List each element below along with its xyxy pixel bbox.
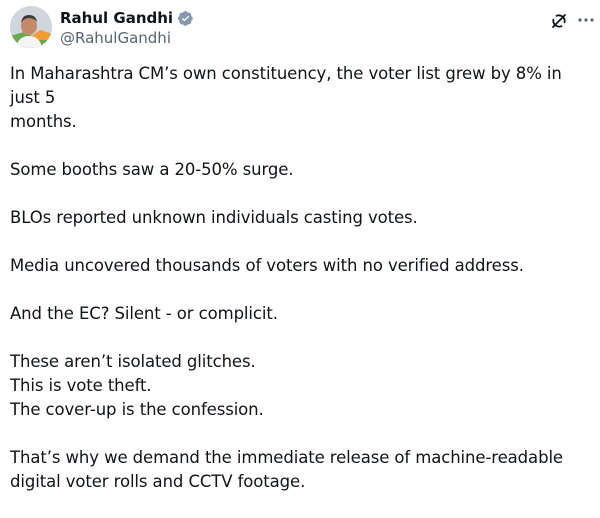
verified-badge-icon (177, 10, 194, 27)
tweet-line: Some booths saw a 20-50% surge. (10, 160, 294, 179)
display-name[interactable]: Rahul Gandhi (60, 9, 173, 27)
tweet-paragraph: In Maharashtra CM’s own constituency, th… (10, 62, 594, 134)
tweet-line: And the EC? Silent - or complicit. (10, 304, 278, 323)
tweet-line: Media uncovered thousands of voters with… (10, 256, 524, 275)
tweet-paragraph: These aren’t isolated glitches. This is … (10, 350, 594, 422)
tweet-paragraph: Some booths saw a 20-50% surge. (10, 158, 594, 182)
tweet-paragraph: Media uncovered thousands of voters with… (10, 254, 594, 278)
handle[interactable]: @RahulGandhi (60, 29, 194, 47)
author-block: Rahul Gandhi @RahulGandhi (60, 8, 194, 47)
tweet-line: That’s why we demand the immediate relea… (10, 448, 563, 467)
display-name-row: Rahul Gandhi (60, 8, 194, 28)
avatar[interactable] (10, 6, 52, 48)
tweet-line: BLOs reported unknown individuals castin… (10, 208, 418, 227)
tweet-line: months. (10, 112, 77, 131)
tweet-header: Rahul Gandhi @RahulGandhi (10, 6, 594, 54)
more-icon[interactable] (575, 9, 597, 31)
avatar-photo (10, 6, 52, 48)
tweet-text: In Maharashtra CM’s own constituency, th… (10, 62, 594, 518)
tweet-paragraph: BLOs reported unknown individuals castin… (10, 206, 594, 230)
tweet-line: In Maharashtra CM’s own constituency, th… (10, 64, 562, 107)
tweet-line: digital voter rolls and CCTV footage. (10, 472, 306, 491)
tweet-line: The cover-up is the confession. (10, 400, 264, 419)
tweet-paragraph: That’s why we demand the immediate relea… (10, 446, 594, 494)
tweet-line: These aren’t isolated glitches. (10, 352, 256, 371)
tweet-line: This is vote theft. (10, 376, 152, 395)
grok-icon[interactable] (548, 10, 570, 32)
tweet-paragraph: And the EC? Silent - or complicit. (10, 302, 594, 326)
